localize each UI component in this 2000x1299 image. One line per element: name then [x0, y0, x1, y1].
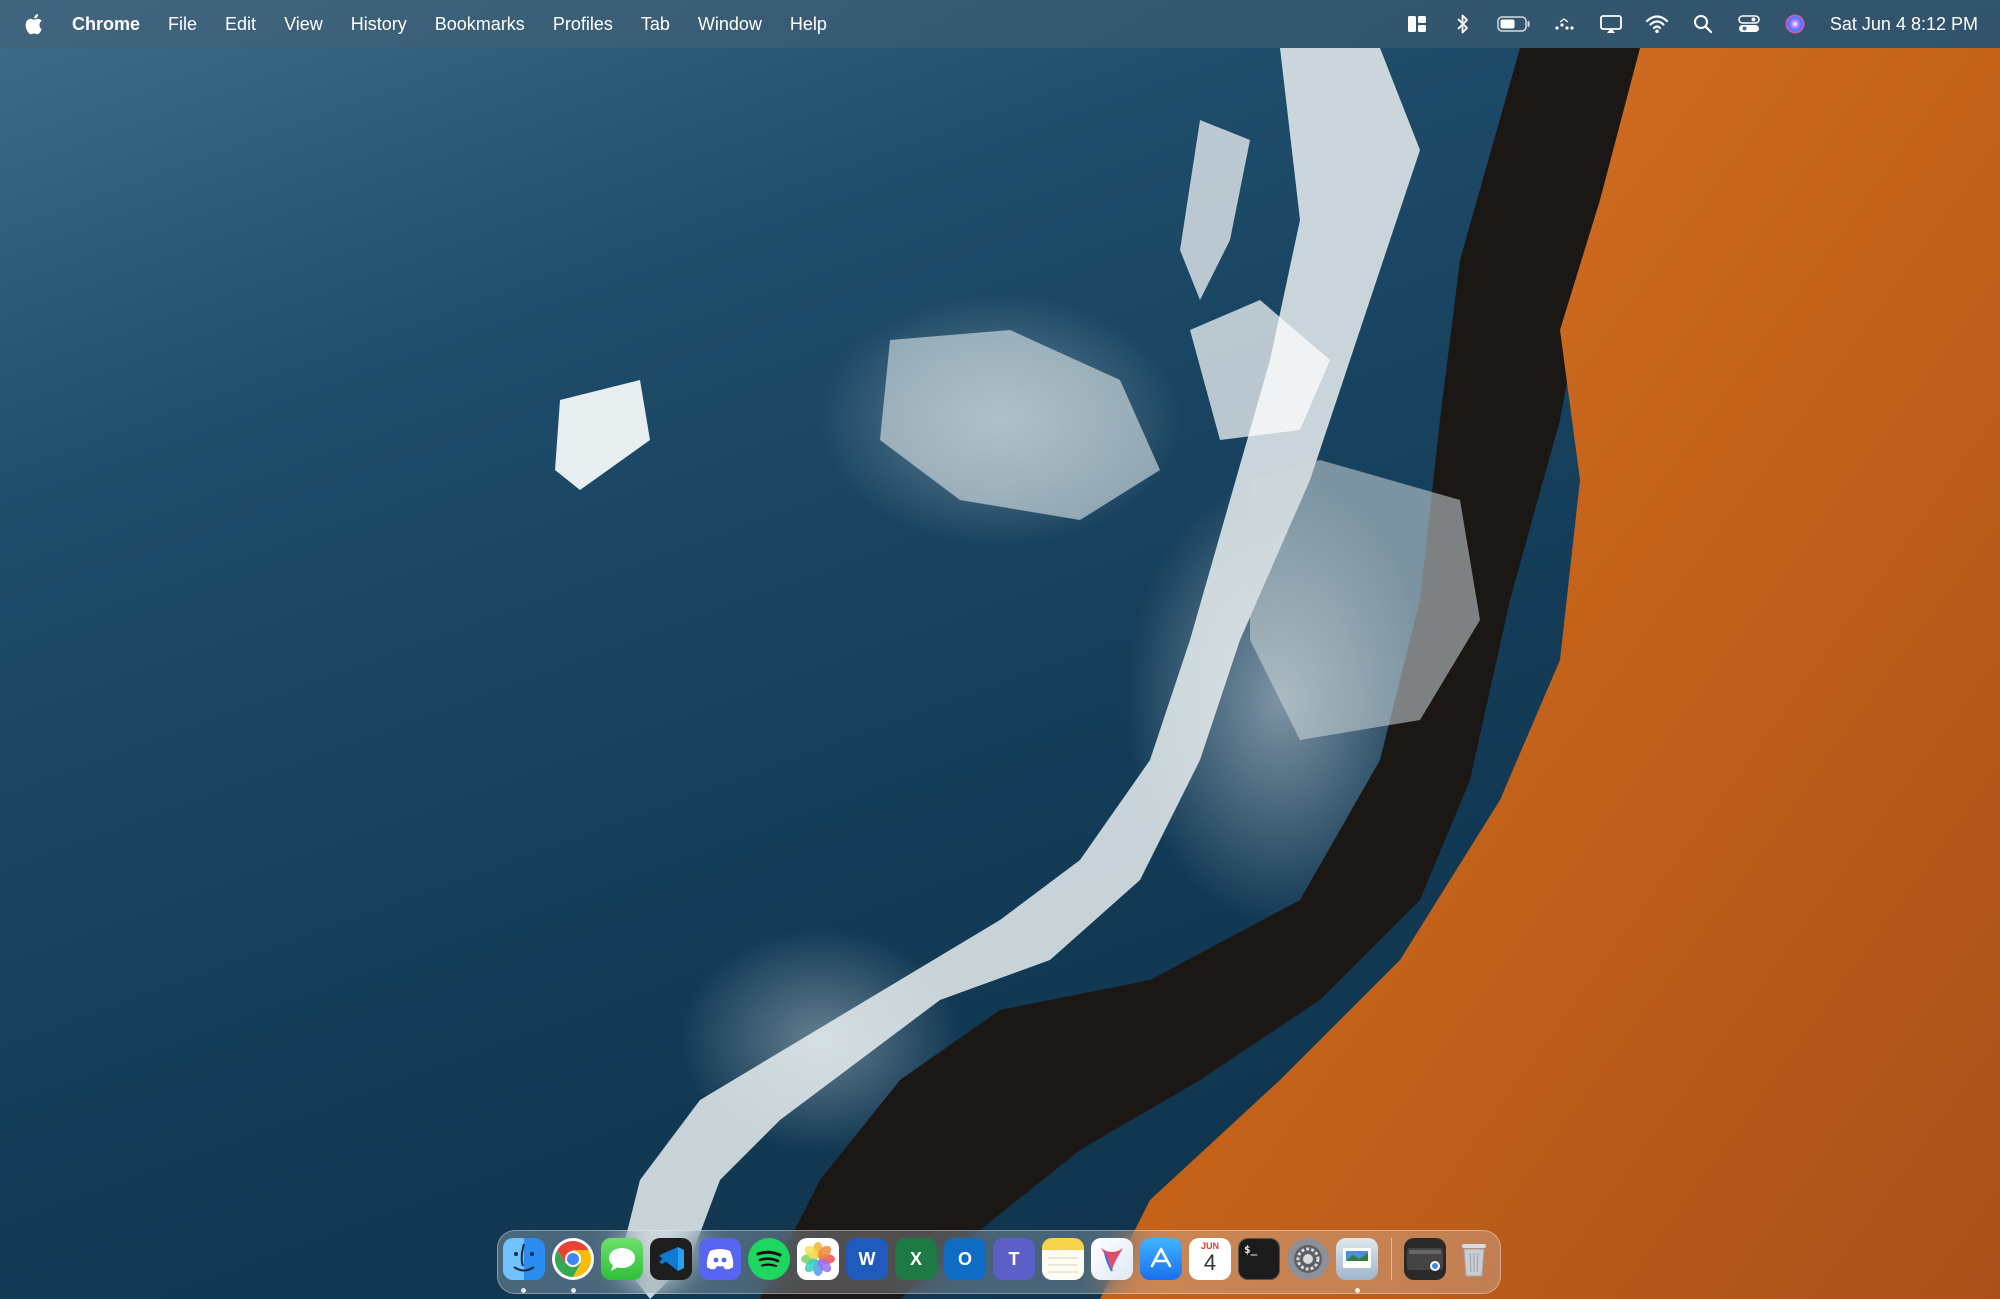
teams-icon[interactable]: T: [993, 1238, 1035, 1280]
bluetooth-icon[interactable]: [1450, 11, 1476, 37]
coastline-illustration: [555, 48, 2000, 1299]
wifi-icon[interactable]: [1644, 11, 1670, 37]
app-store-icon[interactable]: [1140, 1238, 1182, 1280]
outlook-icon[interactable]: O: [944, 1238, 986, 1280]
terminal-icon[interactable]: $_: [1238, 1238, 1280, 1280]
cursor-app-icon[interactable]: [1091, 1238, 1133, 1280]
spotify-icon[interactable]: [748, 1238, 790, 1280]
excel-icon-letter: X: [909, 1248, 922, 1269]
menu-help[interactable]: Help: [790, 14, 827, 35]
chrome-apps-folder-icon[interactable]: [1404, 1238, 1446, 1280]
menu-edit[interactable]: Edit: [225, 14, 256, 35]
preview-running-indicator: [1355, 1288, 1360, 1293]
menu-tab[interactable]: Tab: [641, 14, 670, 35]
chrome-icon[interactable]: [552, 1238, 594, 1280]
vscode-icon[interactable]: [650, 1238, 692, 1280]
calendar-icon-day: 4: [1203, 1250, 1217, 1275]
notes-icon[interactable]: [1042, 1238, 1084, 1280]
settings-icon[interactable]: [1287, 1238, 1329, 1280]
window-layout-icon[interactable]: [1404, 11, 1430, 37]
control-center-icon[interactable]: [1736, 11, 1762, 37]
word-icon[interactable]: W: [846, 1238, 888, 1280]
finder-running-indicator: [521, 1288, 526, 1293]
menu-window[interactable]: Window: [698, 14, 762, 35]
apple-menu-icon[interactable]: [24, 12, 46, 36]
menu-bar-clock[interactable]: Sat Jun 4 8:12 PM: [1830, 14, 1978, 35]
messages-icon[interactable]: [601, 1238, 643, 1280]
menu-view[interactable]: View: [284, 14, 323, 35]
siri-icon[interactable]: [1782, 11, 1808, 37]
terminal-icon-prompt: $_: [1244, 1243, 1258, 1256]
menu-app-name[interactable]: Chrome: [72, 14, 140, 35]
calendar-icon[interactable]: JUN 4: [1189, 1238, 1231, 1280]
photos-icon[interactable]: [797, 1238, 839, 1280]
discord-icon[interactable]: [699, 1238, 741, 1280]
desktop-wallpaper: [0, 0, 2000, 1299]
menu-profiles[interactable]: Profiles: [553, 14, 613, 35]
menu-bar: Chrome File Edit View History Bookmarks …: [0, 0, 2000, 48]
preview-icon[interactable]: [1336, 1238, 1378, 1280]
search-icon[interactable]: [1690, 11, 1716, 37]
dots-icon[interactable]: [1552, 11, 1578, 37]
battery-icon[interactable]: [1496, 11, 1532, 37]
finder-icon[interactable]: [503, 1238, 545, 1280]
trash-icon[interactable]: [1453, 1238, 1495, 1280]
outlook-icon-letter: O: [957, 1248, 972, 1269]
menu-bookmarks[interactable]: Bookmarks: [435, 14, 525, 35]
excel-icon[interactable]: X: [895, 1238, 937, 1280]
menu-file[interactable]: File: [168, 14, 197, 35]
dock-separator: [1391, 1238, 1392, 1280]
word-icon-letter: W: [858, 1248, 876, 1269]
teams-icon-letter: T: [1008, 1248, 1020, 1269]
menu-history[interactable]: History: [351, 14, 407, 35]
chrome-running-indicator: [571, 1288, 576, 1293]
screen-mirroring-icon[interactable]: [1598, 11, 1624, 37]
